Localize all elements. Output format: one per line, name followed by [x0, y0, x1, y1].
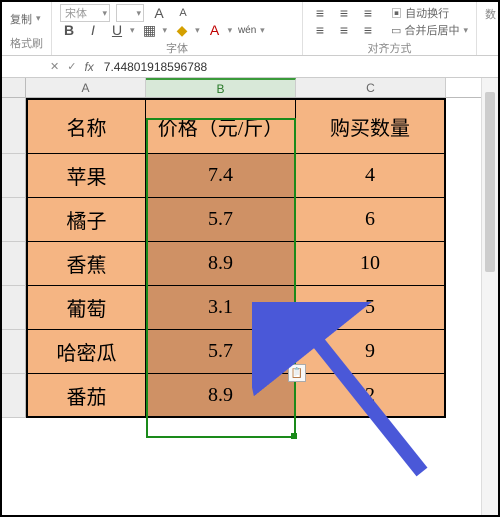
underline-icon[interactable]: U [108, 21, 126, 39]
col-header-c[interactable]: C [296, 78, 446, 97]
number-group-label: 数 [485, 4, 496, 24]
ribbon-number-group: 数 [477, 2, 498, 55]
decrease-font-icon[interactable]: A [174, 4, 192, 22]
cell-qty[interactable]: 10 [296, 242, 446, 286]
cell-price[interactable]: 8.9 [146, 374, 296, 418]
column-headers: A B C [2, 78, 498, 98]
cell-price[interactable]: 8.9 [146, 242, 296, 286]
row-header[interactable] [2, 198, 26, 242]
col-header-a[interactable]: A [26, 78, 146, 97]
cell-price[interactable]: 3.1 [146, 286, 296, 330]
paste-options-icon[interactable]: 📋 [288, 364, 306, 382]
cell-name[interactable]: 葡萄 [26, 286, 146, 330]
cell-name[interactable]: 番茄 [26, 374, 146, 418]
row-header[interactable] [2, 242, 26, 286]
phonetic-icon[interactable]: wén [238, 21, 256, 39]
cell-name[interactable]: 哈密瓜 [26, 330, 146, 374]
row-header[interactable] [2, 98, 26, 154]
format-painter-button[interactable]: 格式刷 [10, 33, 43, 53]
fill-color-icon[interactable]: ◆ [173, 21, 191, 39]
row-header[interactable] [2, 374, 26, 418]
col-header-b[interactable]: B [146, 78, 296, 97]
align-group-label: 对齐方式 [311, 38, 468, 58]
cell-qty[interactable]: 5 [296, 286, 446, 330]
scrollbar-thumb[interactable] [485, 92, 495, 272]
header-qty[interactable]: 购买数量 [296, 98, 446, 154]
ribbon-align-group: ≡ ≡ ≡ ▣ 自动换行 ≡ ≡ ≡ ▭ 合并后居中▾ 对齐方式 [303, 2, 477, 55]
italic-icon[interactable]: I [84, 21, 102, 39]
copy-button[interactable]: 复制 [10, 11, 32, 27]
select-all-corner[interactable] [2, 78, 26, 97]
ribbon: 复制 ▾ 格式刷 宋体 A A B I U▾ ▦▾ ◆▾ A▾ wén▾ 字体 ≡… [2, 2, 498, 56]
align-top-icon[interactable]: ≡ [311, 4, 329, 22]
table-row: 哈密瓜 5.7 9 [2, 330, 498, 374]
enter-icon[interactable]: ✓ [67, 60, 76, 73]
font-color-icon[interactable]: A [206, 21, 224, 39]
row-header[interactable] [2, 330, 26, 374]
align-mid-icon[interactable]: ≡ [335, 4, 353, 22]
align-right-icon[interactable]: ≡ [359, 21, 377, 39]
fx-icon[interactable]: fx [84, 60, 93, 74]
cell-qty[interactable]: 9 [296, 330, 446, 374]
fill-handle[interactable] [291, 433, 297, 439]
font-size-select[interactable] [116, 4, 144, 22]
formula-bar: ✕ ✓ fx 7.44801918596788 [2, 56, 498, 78]
align-bot-icon[interactable]: ≡ [359, 4, 377, 22]
cell-name[interactable]: 橘子 [26, 198, 146, 242]
header-name[interactable]: 名称 [26, 98, 146, 154]
table-header-row: 名称 价格（元/斤） 购买数量 [2, 98, 498, 154]
cell-qty[interactable]: 4 [296, 154, 446, 198]
cell-name[interactable]: 苹果 [26, 154, 146, 198]
vertical-scrollbar[interactable] [481, 78, 498, 515]
table-row: 橘子 5.7 6 [2, 198, 498, 242]
table-row: 葡萄 3.1 5 [2, 286, 498, 330]
merge-center-button[interactable]: ▭ 合并后居中 [391, 22, 459, 38]
header-price[interactable]: 价格（元/斤） [146, 98, 296, 154]
bold-icon[interactable]: B [60, 21, 78, 39]
formula-input[interactable]: 7.44801918596788 [100, 60, 207, 74]
align-center-icon[interactable]: ≡ [335, 21, 353, 39]
wrap-text-button[interactable]: ▣ 自动换行 [391, 5, 449, 21]
cell-price[interactable]: 5.7 [146, 198, 296, 242]
font-name-select[interactable]: 宋体 [60, 4, 110, 22]
ribbon-clipboard-group: 复制 ▾ 格式刷 [2, 2, 52, 55]
cell-name[interactable]: 香蕉 [26, 242, 146, 286]
ribbon-font-group: 宋体 A A B I U▾ ▦▾ ◆▾ A▾ wén▾ 字体 [52, 2, 303, 55]
spreadsheet-grid[interactable]: A B C 名称 价格（元/斤） 购买数量 苹果 7.4 4 橘子 5.7 6 … [2, 78, 498, 418]
cell-price[interactable]: 7.4 [146, 154, 296, 198]
row-header[interactable] [2, 286, 26, 330]
cell-qty[interactable]: 6 [296, 198, 446, 242]
cell-price[interactable]: 5.7 [146, 330, 296, 374]
font-group-label: 字体 [60, 38, 294, 58]
increase-font-icon[interactable]: A [150, 4, 168, 22]
chevron-down-icon[interactable]: ▾ [36, 13, 41, 24]
table-row: 番茄 8.9 2 [2, 374, 498, 418]
table-row: 香蕉 8.9 10 [2, 242, 498, 286]
border-icon[interactable]: ▦ [141, 21, 159, 39]
cell-qty[interactable]: 2 [296, 374, 446, 418]
row-header[interactable] [2, 154, 26, 198]
align-left-icon[interactable]: ≡ [311, 21, 329, 39]
table-row: 苹果 7.4 4 [2, 154, 498, 198]
cancel-icon[interactable]: ✕ [50, 60, 59, 73]
